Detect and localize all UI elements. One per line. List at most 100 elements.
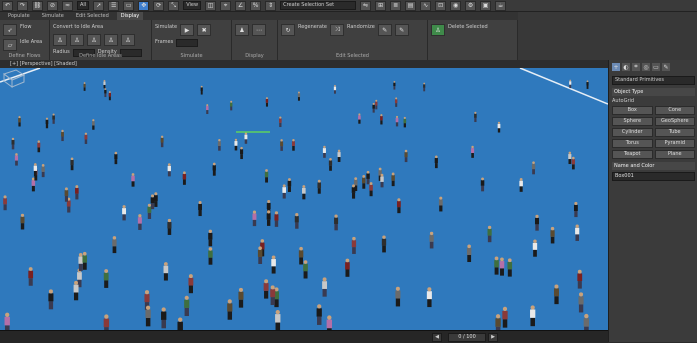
person-figure[interactable] [351, 236, 357, 254]
person-figure[interactable] [52, 113, 55, 124]
display-tab-icon[interactable]: ▭ [652, 63, 660, 71]
person-figure[interactable] [78, 253, 83, 271]
person-figure[interactable] [83, 82, 86, 91]
person-figure[interactable] [45, 117, 49, 129]
person-figure[interactable] [474, 111, 477, 123]
person-figure[interactable] [326, 315, 333, 330]
person-figure[interactable] [351, 184, 356, 199]
person-figure[interactable] [358, 113, 361, 124]
person-figure[interactable] [393, 80, 396, 90]
person-figure[interactable] [328, 157, 333, 171]
person-icon[interactable]: ♙ [121, 34, 135, 46]
person-figure[interactable] [298, 246, 304, 265]
person-figure[interactable] [11, 137, 15, 150]
person-figure[interactable] [575, 224, 580, 241]
object-category-dropdown[interactable]: Standard Primitives [612, 76, 695, 85]
tab-populate[interactable]: Populate [4, 12, 34, 20]
person-figure[interactable] [188, 274, 194, 294]
person-figure[interactable] [507, 258, 513, 277]
person-figure[interactable] [495, 314, 501, 330]
person-figure[interactable] [278, 116, 282, 128]
display-person-icon[interactable]: ♟ [235, 24, 249, 36]
person-figure[interactable] [227, 299, 233, 320]
name-color-rollout[interactable]: Name and Color [612, 162, 695, 170]
person-figure[interactable] [263, 279, 269, 299]
person-figure[interactable] [380, 114, 383, 125]
align-icon[interactable]: ⊞ [375, 0, 387, 11]
person-figure[interactable] [48, 289, 54, 310]
person-figure[interactable] [184, 295, 190, 317]
person-figure[interactable] [394, 97, 398, 107]
select-name-icon[interactable]: ☰ [108, 0, 120, 11]
tab-simulate[interactable]: Simulate [38, 12, 68, 20]
person-figure[interactable] [266, 210, 271, 226]
person-figure[interactable] [282, 184, 286, 199]
person-figure[interactable] [395, 286, 401, 307]
person-figure[interactable] [64, 187, 69, 202]
person-figure[interactable] [573, 201, 578, 218]
render-setup-icon[interactable]: ⚙ [465, 0, 477, 11]
person-figure[interactable] [229, 100, 233, 111]
person-figure[interactable] [163, 262, 169, 281]
person-figure[interactable] [217, 138, 221, 151]
person-figure[interactable] [41, 164, 45, 178]
person-figure[interactable] [381, 235, 387, 253]
person-figure[interactable] [131, 173, 135, 187]
viewport-label[interactable]: [+] [Perspective] [Shaded] [0, 61, 77, 67]
tab-display[interactable]: Display [116, 12, 144, 20]
plane-button[interactable]: Plane [654, 150, 695, 159]
motion-tab-icon[interactable]: ◎ [642, 63, 650, 71]
person-figure[interactable] [122, 205, 127, 221]
person-figure[interactable] [75, 185, 79, 200]
person-figure[interactable] [530, 305, 536, 327]
autogrid-checkbox[interactable]: AutoGrid [612, 98, 695, 104]
person-figure[interactable] [380, 173, 384, 188]
person-figure[interactable] [471, 145, 475, 158]
person-figure[interactable] [252, 210, 257, 227]
person-figure[interactable] [322, 277, 328, 297]
person-figure[interactable] [77, 268, 82, 288]
person-figure[interactable] [153, 192, 158, 207]
person-figure[interactable] [317, 179, 322, 194]
material-icon[interactable]: ◉ [450, 0, 462, 11]
person-figure[interactable] [33, 163, 37, 177]
person-icon[interactable]: ♙ [104, 34, 118, 46]
person-icon[interactable]: ♙ [87, 34, 101, 46]
hierarchy-tab-icon[interactable]: ⌗ [632, 63, 640, 71]
person-figure[interactable] [240, 146, 244, 160]
layer-icon[interactable]: ≣ [390, 0, 402, 11]
render-frame-icon[interactable]: ▣ [480, 0, 492, 11]
person-figure[interactable] [160, 135, 164, 148]
person-figure[interactable] [84, 132, 88, 144]
view-dropdown[interactable]: View [183, 1, 202, 10]
person-figure[interactable] [287, 178, 292, 192]
person-figure[interactable] [103, 314, 110, 330]
person-figure[interactable] [18, 115, 21, 127]
person-figure[interactable] [438, 196, 443, 212]
person-figure[interactable] [4, 312, 10, 330]
person-figure[interactable] [73, 280, 79, 301]
person-figure[interactable] [270, 285, 276, 306]
person-figure[interactable] [264, 169, 269, 183]
person-figure[interactable] [531, 161, 536, 175]
person-figure[interactable] [61, 129, 64, 142]
rotate-icon[interactable]: ⟳ [153, 0, 165, 11]
angle-snap-icon[interactable]: ∠ [235, 0, 247, 11]
modify-tab-icon[interactable]: ◐ [622, 63, 630, 71]
person-figure[interactable] [104, 88, 107, 98]
person-figure[interactable] [198, 200, 202, 217]
person-figure[interactable] [37, 140, 41, 153]
render-icon[interactable]: ☕ [495, 0, 507, 11]
tube-button[interactable]: Tube [654, 128, 695, 137]
utilities-tab-icon[interactable]: ✎ [662, 63, 670, 71]
person-figure[interactable] [322, 145, 326, 158]
spinner-snap-icon[interactable]: ⇕ [265, 0, 277, 11]
person-figure[interactable] [150, 194, 155, 210]
selection-filter-dropdown[interactable]: All [77, 1, 90, 10]
simulate-icon[interactable]: ▶ [180, 24, 195, 36]
person-figure[interactable] [345, 258, 350, 277]
person-figure[interactable] [586, 80, 589, 89]
person-figure[interactable] [297, 91, 301, 101]
pivot-icon[interactable]: ◫ [205, 0, 217, 11]
person-figure[interactable] [177, 317, 183, 330]
